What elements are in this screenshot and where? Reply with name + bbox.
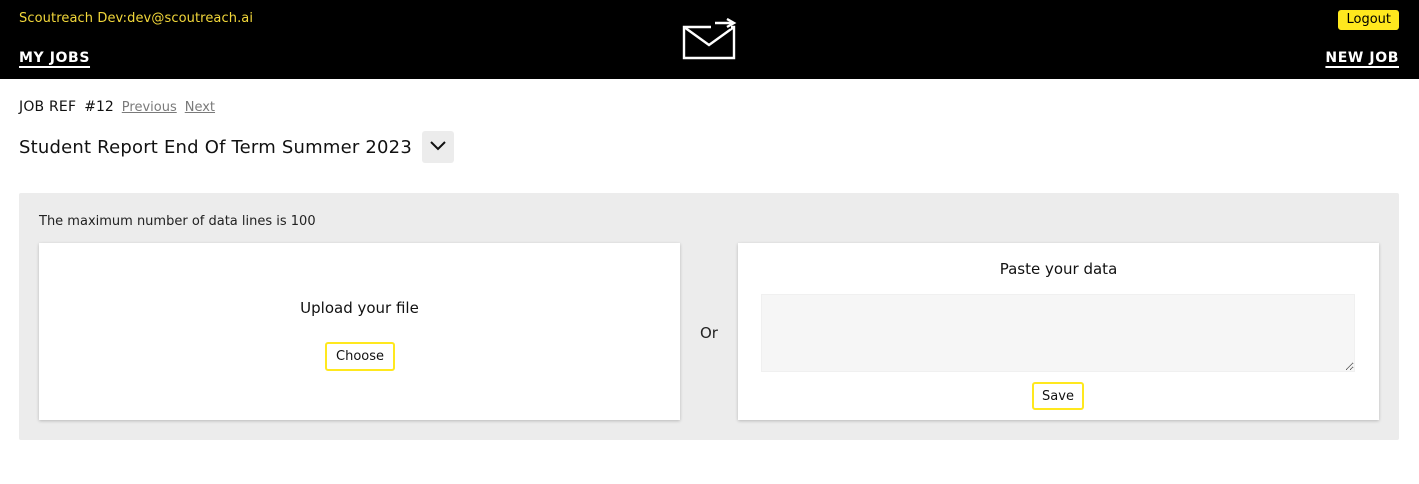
paste-data-card: Paste your data Save [738,243,1379,420]
current-user-label: Scoutreach Dev:dev@scoutreach.ai [19,11,254,26]
job-dropdown-button[interactable] [421,131,454,163]
max-lines-notice: The maximum number of data lines is 100 [39,214,316,229]
envelope-send-icon [681,17,737,60]
job-title-row: Student Report End Of Term Summer 2023 [19,131,454,163]
upload-title: Upload your file [300,299,419,317]
choose-file-button[interactable]: Choose [325,342,395,371]
previous-job-link[interactable]: Previous [122,100,177,115]
save-data-button[interactable]: Save [1032,382,1084,410]
or-separator: Or [700,324,718,342]
top-navigation-bar: Scoutreach Dev:dev@scoutreach.ai MY JOBS… [0,0,1419,79]
data-input-panel: The maximum number of data lines is 100 … [19,193,1399,440]
job-ref-number: #12 [84,99,114,115]
next-job-link[interactable]: Next [185,100,215,115]
nav-new-job-link[interactable]: NEW JOB [1325,50,1399,66]
upload-file-card: Upload your file Choose [39,243,680,420]
chevron-down-icon [429,140,447,155]
job-ref-label: JOB REF [19,99,77,115]
logout-button[interactable]: Logout [1338,10,1399,30]
job-title: Student Report End Of Term Summer 2023 [19,136,412,158]
nav-my-jobs-link[interactable]: MY JOBS [19,50,90,66]
paste-data-textarea[interactable] [761,294,1355,372]
job-ref-row: JOB REF #12 Previous Next [19,99,215,115]
paste-title: Paste your data [999,260,1118,278]
